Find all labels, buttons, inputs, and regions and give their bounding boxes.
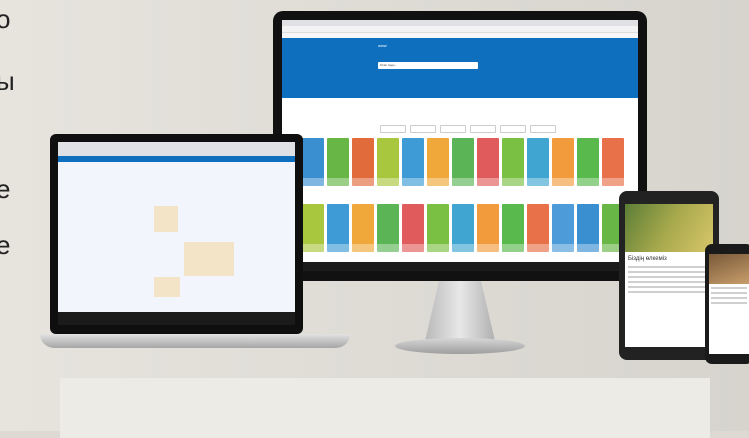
book-cover[interactable] (327, 204, 349, 252)
smartphone (705, 244, 749, 364)
filter-select[interactable] (440, 125, 466, 133)
book-cover[interactable] (427, 204, 449, 252)
filter-select[interactable] (410, 125, 436, 133)
book-cover[interactable] (402, 138, 424, 186)
text-line (711, 292, 747, 294)
monitor-stand-base (395, 338, 525, 354)
side-text-2: ы (0, 66, 15, 96)
article-photo (709, 254, 749, 284)
book-cover[interactable] (377, 204, 399, 252)
text-line (711, 287, 747, 289)
book-cover[interactable] (527, 204, 549, 252)
lesson-note-card (154, 277, 180, 297)
side-text-3: е (0, 174, 11, 204)
laptop-screen (58, 142, 295, 325)
browser-address-bar[interactable] (282, 26, 638, 33)
monitor-screen: www Кітап іздеу... (282, 20, 638, 271)
book-cover[interactable] (452, 204, 474, 252)
browser-tab-bar[interactable] (58, 142, 295, 156)
tablet-screen: Біздің өлкеміз (625, 204, 713, 347)
filter-select[interactable] (470, 125, 496, 133)
filter-select[interactable] (500, 125, 526, 133)
lesson-content (58, 162, 295, 312)
article-photo (625, 204, 713, 252)
filter-select[interactable] (380, 125, 406, 133)
book-cover[interactable] (327, 138, 349, 186)
text-line (628, 281, 710, 283)
text-line (711, 297, 747, 299)
book-cover[interactable] (552, 138, 574, 186)
filter-select[interactable] (530, 125, 556, 133)
site-brand[interactable]: www (378, 43, 387, 48)
book-row (302, 138, 632, 190)
text-line (628, 266, 710, 268)
taskbar[interactable] (282, 262, 638, 271)
side-text-1: о (0, 4, 11, 34)
book-cover[interactable] (302, 138, 324, 186)
book-row (302, 204, 632, 256)
book-cover[interactable] (402, 204, 424, 252)
side-text-4: е (0, 230, 11, 260)
laptop-base (40, 334, 350, 348)
book-cover[interactable] (377, 138, 399, 186)
lesson-note-card (184, 242, 234, 276)
book-cover[interactable] (552, 204, 574, 252)
text-line (628, 291, 710, 293)
text-line (711, 302, 747, 304)
book-cover[interactable] (302, 204, 324, 252)
book-cover[interactable] (452, 138, 474, 186)
taskbar[interactable] (58, 312, 295, 325)
text-line (628, 271, 710, 273)
text-line (628, 276, 710, 278)
book-cover[interactable] (477, 138, 499, 186)
filter-row (380, 115, 560, 135)
floor-surface (60, 378, 710, 438)
book-cover[interactable] (502, 204, 524, 252)
book-cover[interactable] (352, 204, 374, 252)
site-header: www Кітап іздеу... (282, 38, 638, 98)
laptop (50, 134, 303, 334)
article-title: Біздің өлкеміз (628, 256, 667, 262)
book-cover[interactable] (577, 204, 599, 252)
text-line (628, 286, 710, 288)
book-cover[interactable] (352, 138, 374, 186)
search-input[interactable]: Кітап іздеу... (378, 62, 478, 69)
book-cover[interactable] (577, 138, 599, 186)
desktop-monitor: www Кітап іздеу... (273, 11, 647, 281)
lesson-note-card (154, 206, 178, 232)
book-cover[interactable] (477, 204, 499, 252)
book-cover[interactable] (602, 138, 624, 186)
book-cover[interactable] (527, 138, 549, 186)
tablet: Біздің өлкеміз (619, 191, 719, 360)
search-value: Кітап іздеу... (380, 63, 397, 67)
book-cover[interactable] (502, 138, 524, 186)
book-cover[interactable] (427, 138, 449, 186)
phone-screen (709, 254, 749, 354)
